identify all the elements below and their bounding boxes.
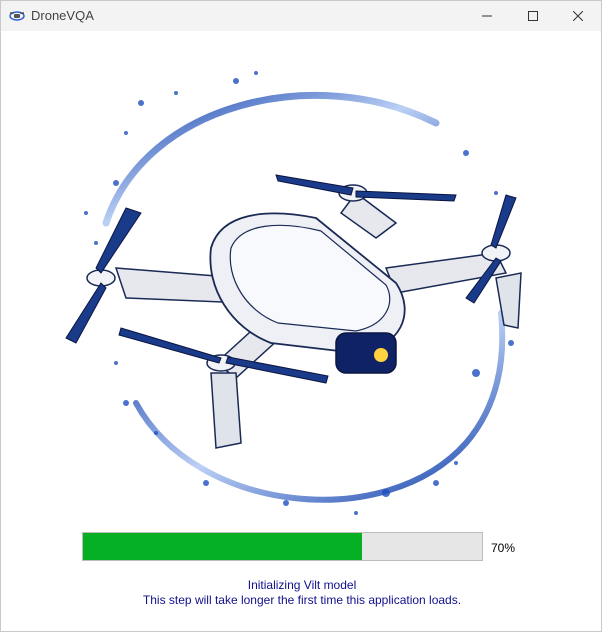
close-icon [573, 11, 583, 21]
progress-bar-fill [83, 533, 363, 560]
maximize-button[interactable] [510, 1, 556, 31]
drone-illustration [65, 71, 522, 515]
progress-bar [82, 532, 483, 561]
drone-app-icon [9, 8, 25, 24]
minimize-button[interactable] [464, 1, 510, 31]
minimize-icon [482, 11, 492, 21]
status-hint: This step will take longer the first tim… [142, 593, 462, 607]
maximize-icon [528, 11, 538, 21]
window-title: DroneVQA [31, 8, 94, 23]
close-button[interactable] [555, 1, 601, 31]
title-bar[interactable]: DroneVQA [1, 1, 601, 31]
app-window: DroneVQA 70% Initializing Vilt model Thi… [0, 0, 602, 632]
progress-percent-label: 70% [491, 541, 516, 555]
status-message: Initializing Vilt model [247, 578, 357, 592]
